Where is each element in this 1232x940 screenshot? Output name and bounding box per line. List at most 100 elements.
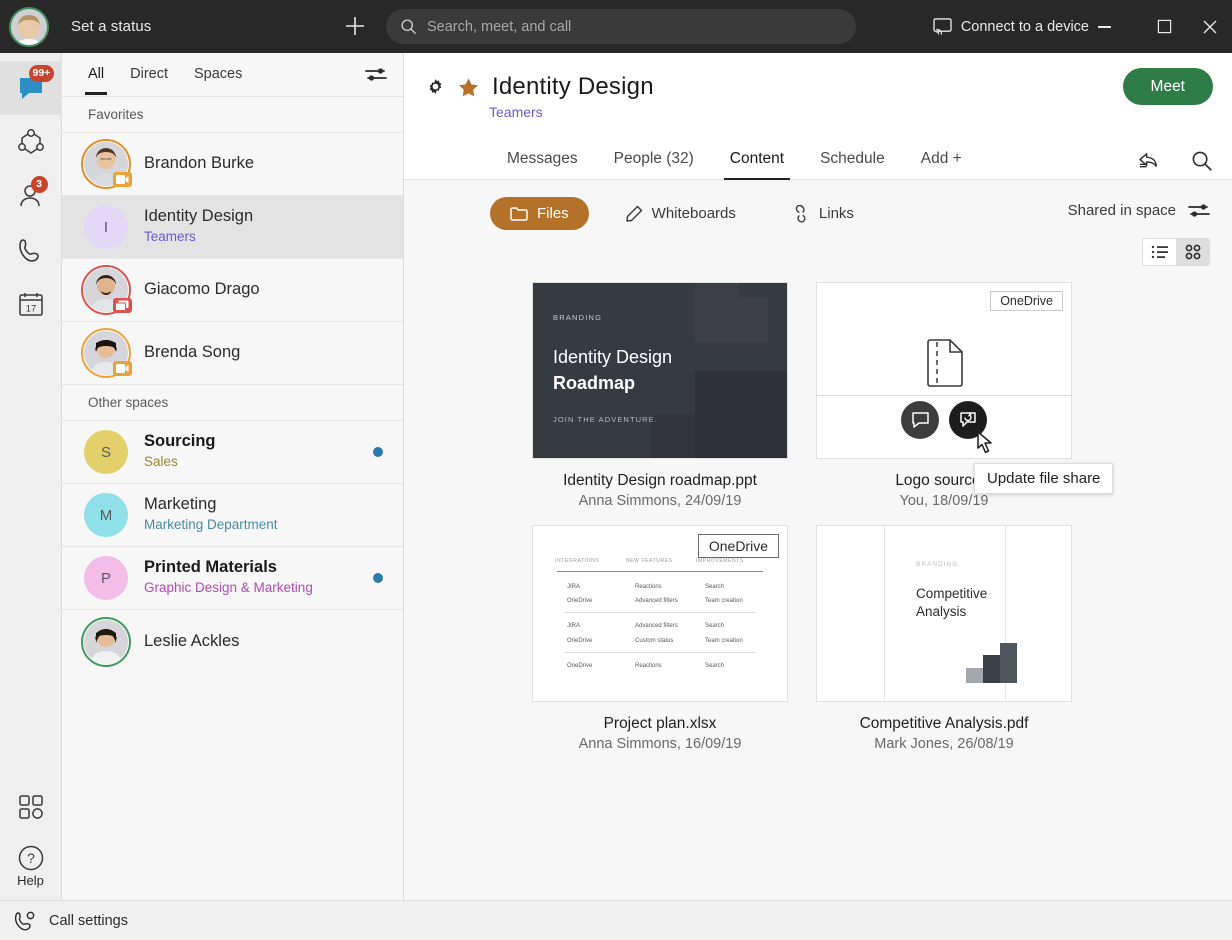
meet-button[interactable]: Meet [1123, 68, 1213, 105]
rail-item-calls[interactable] [0, 223, 62, 277]
close-button[interactable] [1187, 0, 1232, 53]
filter-links-button[interactable]: Links [772, 197, 874, 230]
mouse-cursor [977, 431, 994, 455]
contacts-badge: 3 [31, 176, 48, 193]
maximize-icon [1157, 19, 1172, 34]
conversation-row-marketing[interactable]: M Marketing Marketing Department [62, 484, 403, 547]
file-name: Identity Design roadmap.ppt [532, 472, 788, 490]
thumb-cell: Reactions [635, 663, 662, 669]
close-icon [1202, 19, 1218, 35]
call-settings-label: Call settings [49, 913, 128, 929]
content-area: Files Whiteboards Links [404, 180, 1232, 900]
rail-item-meetings[interactable]: 17 [0, 277, 62, 331]
conversation-row-brenda-song[interactable]: Brenda Song [62, 322, 403, 385]
view-toggle [1142, 238, 1210, 266]
filter-files-button[interactable]: Files [490, 197, 589, 230]
tab-people[interactable]: People (32) [596, 150, 712, 179]
file-hover-actions [817, 401, 1071, 439]
call-settings-icon [14, 911, 36, 931]
conv-tab-spaces[interactable]: Spaces [194, 66, 242, 84]
reply-all-button[interactable] [1138, 151, 1161, 170]
thumb-cell: Reactions [635, 584, 662, 590]
search-icon [1191, 150, 1212, 171]
conv-tab-all[interactable]: All [88, 66, 104, 84]
tab-schedule[interactable]: Schedule [802, 150, 903, 179]
source-tag: OneDrive [990, 291, 1063, 311]
conversation-name: Leslie Ackles [144, 632, 239, 652]
thumb-cell: OneDrive [567, 598, 592, 604]
thumb-divider [817, 395, 1071, 396]
messaging-badge: 99+ [29, 65, 55, 82]
section-header-other-spaces: Other spaces [62, 385, 403, 421]
rail-item-contacts[interactable]: 3 [0, 169, 62, 223]
help-icon: ? [17, 844, 45, 872]
space-favorite-button[interactable] [458, 77, 479, 98]
minimize-icon [1098, 26, 1111, 28]
avatar-initial: S [84, 430, 128, 474]
maximize-button[interactable] [1142, 0, 1187, 53]
file-tile-project-plan[interactable]: OneDrive INTEGRATIONS NEW FEATURES IMPRO… [532, 525, 788, 752]
tab-add[interactable]: Add + [903, 150, 980, 179]
tab-messages[interactable]: Messages [489, 150, 596, 179]
my-avatar[interactable] [9, 7, 49, 47]
file-thumbnail[interactable]: BRANDING Competitive Analysis [816, 525, 1072, 702]
conversation-row-giacomo-drago[interactable]: Giacomo Drago [62, 259, 403, 322]
conversation-row-printed-materials[interactable]: P Printed Materials Graphic Design & Mar… [62, 547, 403, 610]
thumb-cell: Custom status [635, 638, 673, 644]
call-settings-button[interactable]: Call settings [14, 911, 128, 931]
file-meta: Anna Simmons, 16/09/19 [532, 736, 788, 752]
title-bar: Set a status Search, meet, and call Conn… [0, 0, 1232, 53]
rail-item-teams[interactable] [0, 115, 62, 169]
filter-whiteboards-button[interactable]: Whiteboards [605, 197, 756, 230]
presence-badge-sharing [113, 298, 132, 313]
gear-icon [426, 78, 445, 97]
file-thumbnail[interactable]: BRANDING Identity Design Roadmap JOIN TH… [532, 282, 788, 459]
rail-item-help[interactable]: ? Help [17, 844, 45, 888]
svg-text:?: ? [27, 850, 35, 866]
thumb-line1: Competitive [916, 586, 987, 603]
tab-content[interactable]: Content [712, 150, 802, 179]
conversation-name: Sourcing [144, 432, 216, 452]
shared-in-space-button[interactable]: Shared in space [1068, 202, 1210, 219]
folder-icon [510, 206, 528, 221]
file-thumbnail[interactable]: OneDrive INTEGRATIONS NEW FEATURES IMPRO… [532, 525, 788, 702]
view-grid-button[interactable] [1176, 239, 1209, 265]
unread-indicator [373, 447, 383, 457]
reply-all-icon [1138, 151, 1161, 170]
shared-in-space-label: Shared in space [1068, 202, 1176, 219]
conversation-filter-button[interactable] [365, 66, 387, 83]
rail-item-messaging[interactable]: 99+ [0, 61, 62, 115]
conversation-row-leslie-ackles[interactable]: Leslie Ackles [62, 610, 403, 673]
comment-on-file-button[interactable] [901, 401, 939, 439]
file-tile-competitive-analysis[interactable]: BRANDING Competitive Analysis Competitiv… [816, 525, 1072, 752]
avatar: S [84, 430, 128, 474]
calendar-icon: 17 [17, 290, 45, 318]
rail-item-apps[interactable] [0, 780, 62, 834]
conversation-row-sourcing[interactable]: S Sourcing Sales [62, 421, 403, 484]
conversation-row-identity-design[interactable]: I Identity Design Teamers [62, 196, 403, 259]
file-thumbnail[interactable]: OneDrive [816, 282, 1072, 459]
section-header-favorites: Favorites [62, 97, 403, 133]
tooltip-update-file-share: Update file share [974, 463, 1113, 494]
avatar-initial: I [84, 205, 128, 249]
view-list-button[interactable] [1143, 239, 1176, 265]
conversation-name: Giacomo Drago [144, 280, 260, 300]
search-input[interactable]: Search, meet, and call [386, 9, 856, 44]
space-search-button[interactable] [1191, 150, 1212, 171]
file-tile-roadmap[interactable]: BRANDING Identity Design Roadmap JOIN TH… [532, 282, 788, 509]
search-placeholder: Search, meet, and call [427, 19, 571, 35]
thumb-cell: Search [705, 663, 724, 669]
space-settings-button[interactable] [426, 78, 445, 97]
new-item-button[interactable] [340, 11, 370, 41]
conversation-row-brandon-burke[interactable]: Brandon Burke [62, 133, 403, 196]
document-icon [927, 338, 965, 388]
conversation-name: Marketing [144, 495, 278, 515]
conversation-subtitle: Marketing Department [144, 516, 278, 534]
connect-to-device-label: Connect to a device [961, 19, 1089, 35]
page-title: Identity Design [492, 73, 654, 101]
conv-tab-direct[interactable]: Direct [130, 66, 168, 84]
file-caption: Competitive Analysis.pdf Mark Jones, 26/… [816, 715, 1072, 752]
connect-to-device-button[interactable]: Connect to a device [933, 18, 1089, 35]
rail-bottom-group: ? Help [0, 780, 62, 900]
set-status-button[interactable]: Set a status [71, 18, 151, 35]
